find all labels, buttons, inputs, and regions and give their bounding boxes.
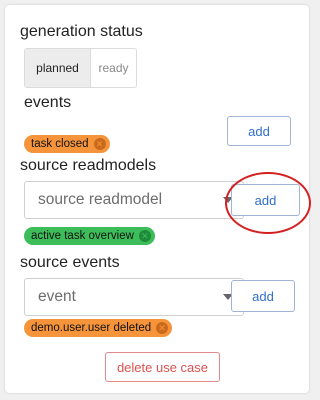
status-option-ready[interactable]: ready <box>91 49 136 87</box>
events-label: events <box>24 94 72 111</box>
add-event-button[interactable]: add <box>227 116 291 146</box>
delete-use-case-button[interactable]: delete use case <box>105 352 220 382</box>
generation-status-toggle: planned ready <box>24 48 137 88</box>
source-event-chip-demo-user-deleted: demo.user.user deleted ✕ <box>24 319 173 337</box>
close-circle-icon[interactable]: ✕ <box>138 230 151 242</box>
source-event-select[interactable]: event <box>24 278 244 316</box>
close-circle-icon[interactable]: ✕ <box>93 138 106 150</box>
select-placeholder: event <box>38 288 76 305</box>
status-option-planned[interactable]: planned <box>25 49 91 87</box>
chip-label: task closed <box>31 138 89 150</box>
source-readmodel-select[interactable]: source readmodel <box>24 181 244 219</box>
add-source-readmodel-button[interactable]: add <box>231 184 300 216</box>
source-events-label: source events <box>20 254 120 271</box>
readmodel-chip-active-task-overview: active task overview ✕ <box>24 227 155 245</box>
source-readmodels-label: source readmodels <box>20 157 157 174</box>
add-source-event-button[interactable]: add <box>231 280 295 312</box>
chip-label: active task overview <box>31 230 134 242</box>
chip-label: demo.user.user deleted <box>31 322 152 334</box>
generation-status-label: generation status <box>20 23 143 40</box>
close-circle-icon[interactable]: ✕ <box>156 322 169 334</box>
event-chip-task-closed: task closed ✕ <box>24 135 110 153</box>
use-case-panel: generation status planned ready events t… <box>5 5 311 393</box>
select-placeholder: source readmodel <box>38 191 163 208</box>
